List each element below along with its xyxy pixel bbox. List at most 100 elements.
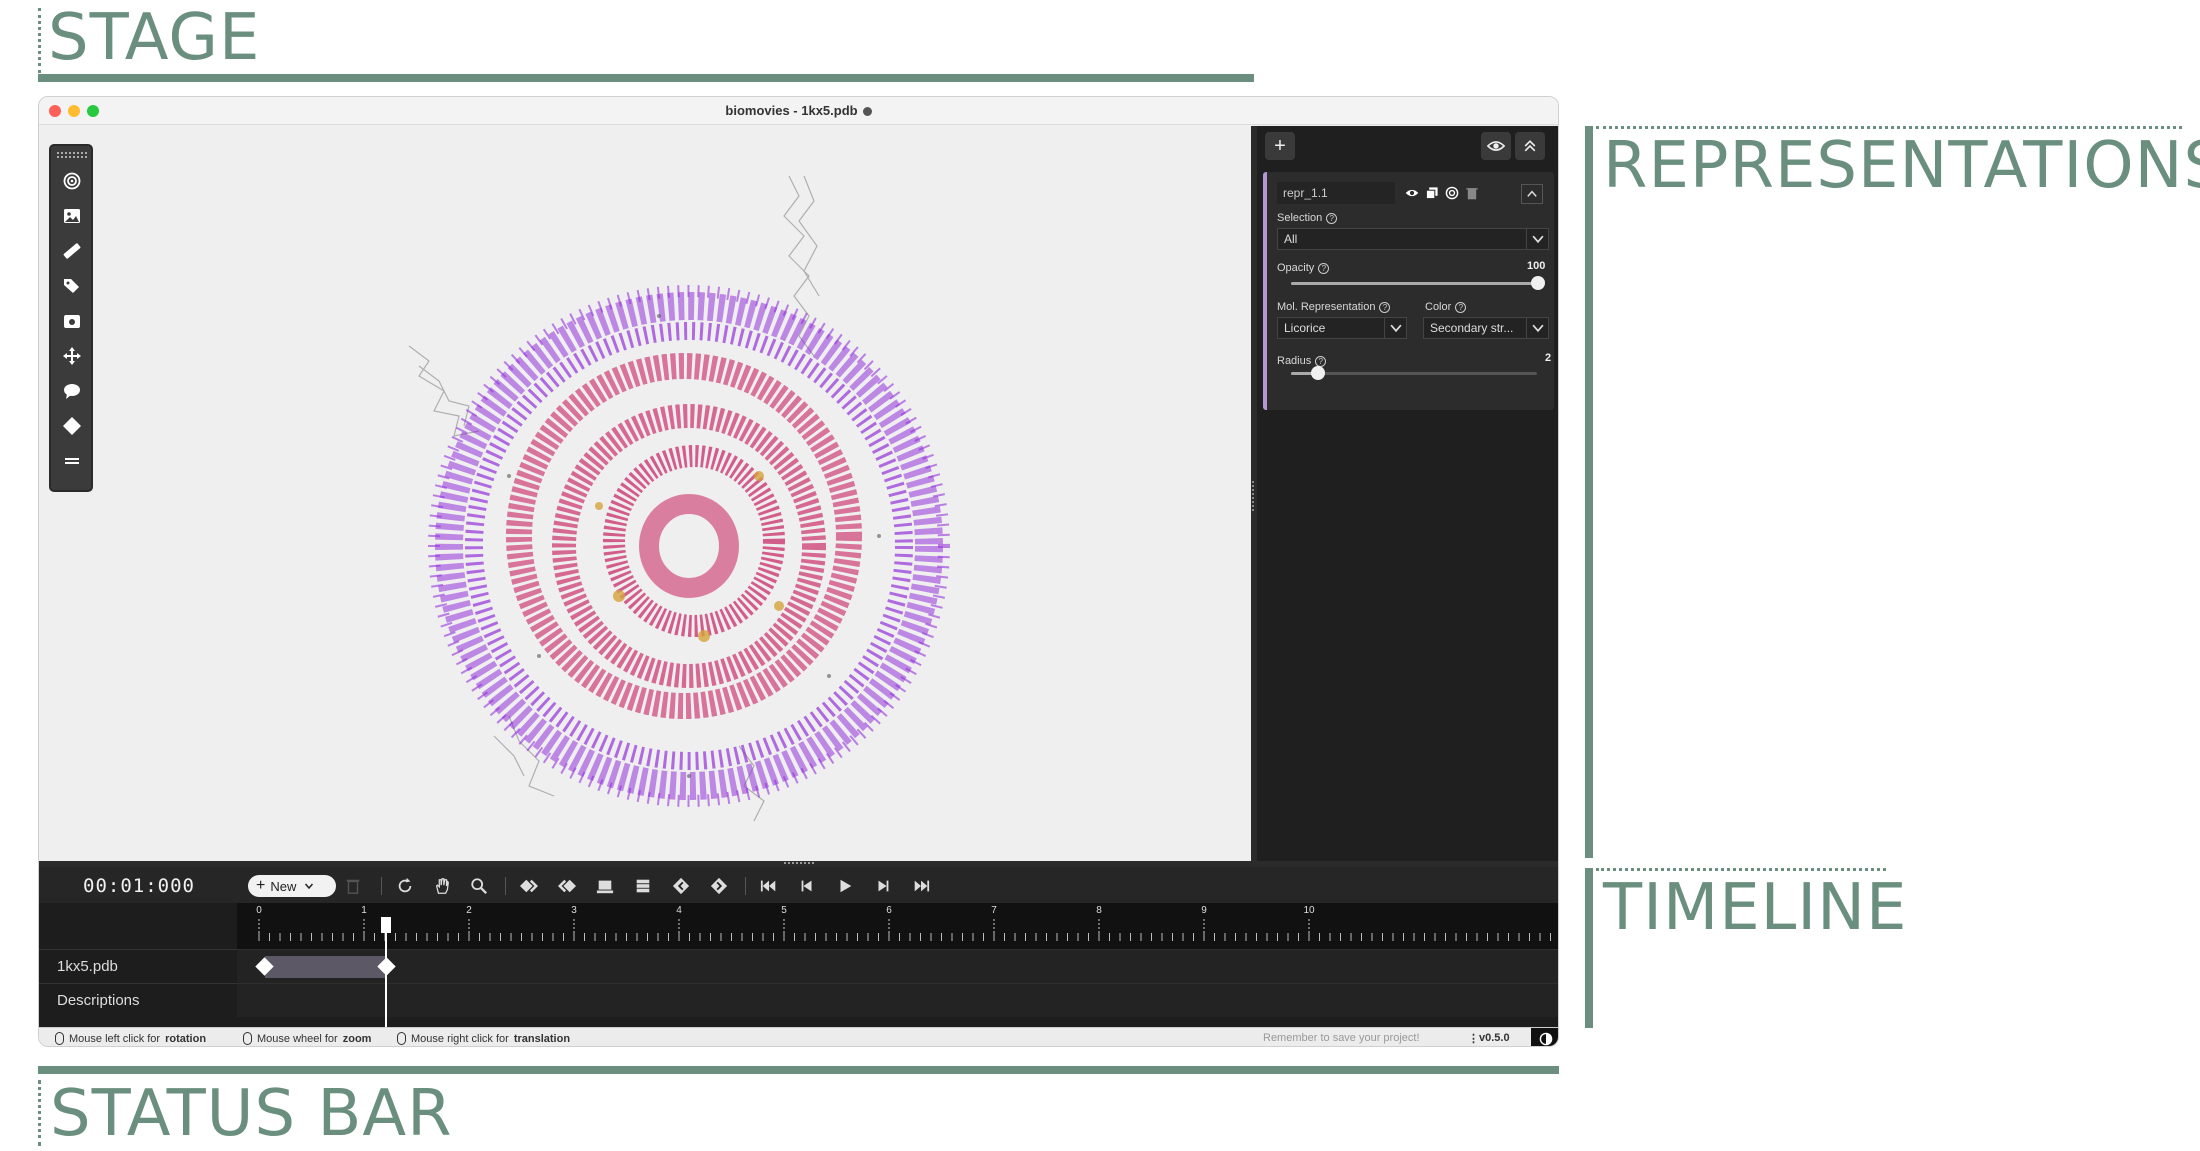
keyframe-remove-icon[interactable]	[557, 876, 577, 896]
status-bar: Mouse left click for rotation Mouse wheel…	[39, 1027, 1558, 1046]
selection-select[interactable]: All	[1277, 228, 1549, 250]
step-back-icon[interactable]	[797, 876, 817, 896]
help-icon[interactable]: ?	[1379, 301, 1391, 313]
keyframe-add-icon[interactable]	[519, 876, 539, 896]
add-representation-button[interactable]: +	[1265, 132, 1295, 160]
mouse-left-icon	[55, 1032, 64, 1045]
app-window: biomovies - 1kx5.pdb + repr_1.1 Selectio…	[38, 96, 1559, 1047]
collapse-all-button[interactable]	[1515, 132, 1545, 160]
trash-icon[interactable]	[1463, 184, 1481, 202]
tags-icon[interactable]	[55, 271, 89, 301]
save-reminder: Remember to save your project!	[1263, 1032, 1420, 1044]
help-icon[interactable]: ?	[1326, 212, 1338, 224]
keyframe-prev-icon[interactable]	[671, 876, 691, 896]
representation-card: repr_1.1 Selection? All Opacity? 100 Mol…	[1263, 172, 1554, 410]
ruler-tick-label: 3	[571, 905, 577, 916]
ruler-tick-label: 1	[361, 905, 367, 916]
splitter-grip-icon	[1252, 481, 1256, 511]
ruler-tick-label: 7	[991, 905, 997, 916]
eye-icon[interactable]	[1403, 184, 1421, 202]
toolbar-drag-handle[interactable]	[57, 152, 87, 158]
camera-icon[interactable]	[55, 306, 89, 336]
representation-name-field[interactable]: repr_1.1	[1277, 182, 1395, 204]
ruler-icon[interactable]	[55, 236, 89, 266]
move-icon[interactable]	[55, 341, 89, 371]
stage-viewport[interactable]	[39, 126, 1251, 861]
stage-annotation-marker	[38, 8, 41, 73]
theme-toggle-button[interactable]	[1531, 1028, 1558, 1046]
chevron-down-icon	[1384, 318, 1406, 338]
visibility-all-button[interactable]	[1481, 132, 1511, 160]
target-icon[interactable]	[1443, 184, 1461, 202]
animation-clip[interactable]	[265, 956, 387, 978]
opacity-label: Opacity?	[1277, 262, 1330, 274]
layers-icon[interactable]	[633, 876, 653, 896]
radius-slider-track[interactable]	[1291, 372, 1537, 375]
opacity-slider-track[interactable]	[1291, 282, 1537, 285]
eye-icon	[1487, 141, 1505, 151]
hint-translation: Mouse right click for translation	[397, 1032, 570, 1045]
new-track-button[interactable]: + New	[248, 875, 336, 897]
keyframe-icon[interactable]	[55, 411, 89, 441]
mouse-wheel-icon	[243, 1032, 252, 1045]
unsaved-dot-icon	[862, 107, 872, 117]
image-icon[interactable]	[55, 201, 89, 231]
status-bar-annotation-label: STATUS BAR	[50, 1077, 453, 1151]
window-title: biomovies - 1kx5.pdb	[39, 103, 1558, 118]
step-forward-icon[interactable]	[873, 876, 893, 896]
contrast-icon	[1539, 1032, 1552, 1045]
plus-icon: +	[256, 877, 266, 894]
track-label-1kx5[interactable]: 1kx5.pdb	[39, 949, 237, 983]
chevron-down-icon	[1526, 318, 1548, 338]
track-lane-descriptions[interactable]	[237, 983, 1558, 1017]
representations-annotation-bar	[1585, 126, 1593, 858]
chevron-down-icon	[305, 883, 314, 890]
mol-representation-select[interactable]: Licorice	[1277, 317, 1407, 339]
radius-slider-knob[interactable]	[1311, 366, 1325, 380]
molecule-render	[408, 176, 950, 822]
rotate-icon[interactable]	[395, 876, 415, 896]
trash-icon[interactable]	[343, 876, 363, 896]
comment-icon[interactable]	[55, 376, 89, 406]
help-icon[interactable]: ?	[1315, 355, 1327, 367]
zoom-icon[interactable]	[469, 876, 489, 896]
color-select[interactable]: Secondary str...	[1423, 317, 1549, 339]
play-icon[interactable]	[835, 876, 855, 896]
radius-value: 2	[1545, 352, 1552, 364]
chevron-up-icon[interactable]	[1521, 184, 1543, 204]
timeline-annotation-bar	[1585, 868, 1593, 1028]
target-icon[interactable]	[55, 166, 89, 196]
opacity-value: 100	[1527, 260, 1546, 272]
hint-zoom: Mouse wheel for zoom	[243, 1032, 371, 1045]
playhead-handle[interactable]	[381, 917, 391, 933]
snapshot-icon[interactable]	[595, 876, 615, 896]
help-icon[interactable]: ?	[1318, 262, 1330, 274]
ruler-tick-label: 2	[466, 905, 472, 916]
duplicate-icon[interactable]	[1423, 184, 1441, 202]
ruler-tick-label: 4	[676, 905, 682, 916]
representations-panel: + repr_1.1 Selection? All Opacity? 100 M…	[1257, 126, 1558, 861]
stage-annotation-bar	[38, 74, 1254, 82]
double-chevron-up-icon	[1524, 140, 1536, 152]
timeline-ruler[interactable]: 0 1 2 3 4 5 6 7 8 9 10	[237, 903, 1559, 949]
ruler-tick-label: 6	[886, 905, 892, 916]
stage-toolbar	[49, 144, 93, 492]
skip-to-start-icon[interactable]	[759, 876, 779, 896]
mouse-right-icon	[397, 1032, 406, 1045]
playhead-line	[385, 921, 387, 1027]
more-options-icon[interactable]: ⋮	[1468, 1032, 1479, 1045]
stage-annotation-label: STAGE	[48, 1, 261, 75]
ruler-tick-label: 5	[781, 905, 787, 916]
chevron-down-icon	[1526, 229, 1548, 249]
mol-representation-label: Mol. Representation?	[1277, 301, 1391, 313]
track-label-descriptions[interactable]: Descriptions	[39, 983, 237, 1017]
status-bar-annotation-marker	[38, 1080, 41, 1146]
track-lane-1kx5[interactable]	[237, 949, 1558, 983]
menu-icon[interactable]	[55, 446, 89, 476]
skip-to-end-icon[interactable]	[911, 876, 931, 896]
timecode-display: 00:01:000	[83, 875, 195, 897]
hand-icon[interactable]	[432, 876, 452, 896]
keyframe-next-icon[interactable]	[709, 876, 729, 896]
opacity-slider-knob[interactable]	[1531, 276, 1545, 290]
help-icon[interactable]: ?	[1455, 301, 1467, 313]
